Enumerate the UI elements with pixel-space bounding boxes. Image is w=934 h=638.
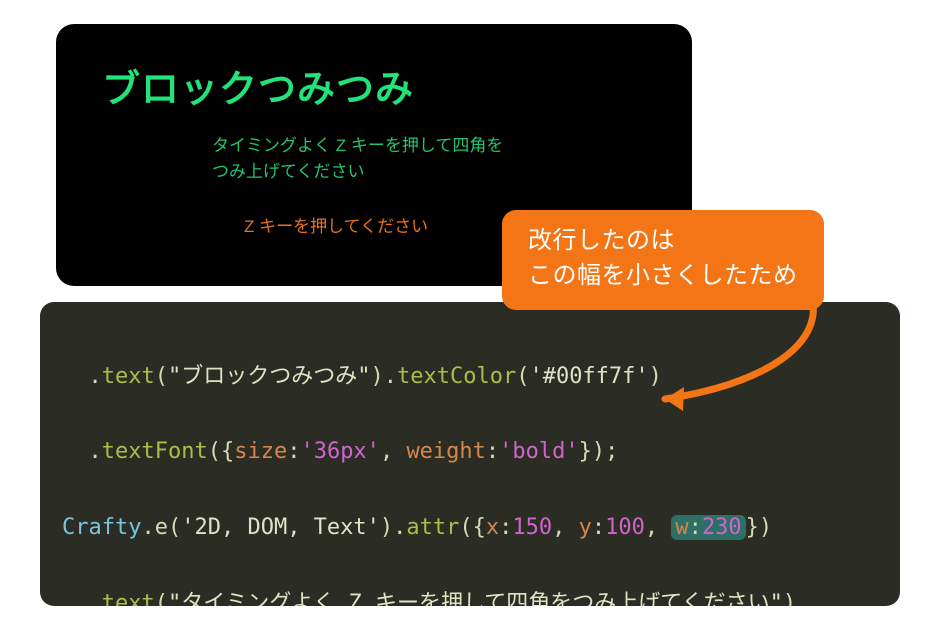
code-line-2: .textFont({size:'36px', weight:'bold'}); bbox=[62, 433, 878, 471]
callout-line-1: 改行したのは bbox=[528, 227, 675, 254]
callout-line-2: この幅を小さくしたため bbox=[528, 262, 798, 289]
game-instruction-text: タイミングよく Z キーを押して四角をつみ上げてください bbox=[212, 133, 512, 186]
code-panel: .text("ブロックつみつみ").textColor('#00ff7f') .… bbox=[40, 302, 900, 606]
code-line-3: Crafty.e('2D, DOM, Text').attr({x:150, y… bbox=[62, 509, 878, 547]
width-highlight: w:230 bbox=[671, 515, 745, 540]
code-line-1: .text("ブロックつみつみ").textColor('#00ff7f') bbox=[62, 358, 878, 396]
annotation-callout: 改行したのは この幅を小さくしたため bbox=[502, 210, 824, 310]
code-line-4: .text("タイミングよく Z キーを押して四角をつみ上げてください") bbox=[62, 585, 878, 606]
game-title: ブロックつみつみ bbox=[102, 58, 652, 113]
